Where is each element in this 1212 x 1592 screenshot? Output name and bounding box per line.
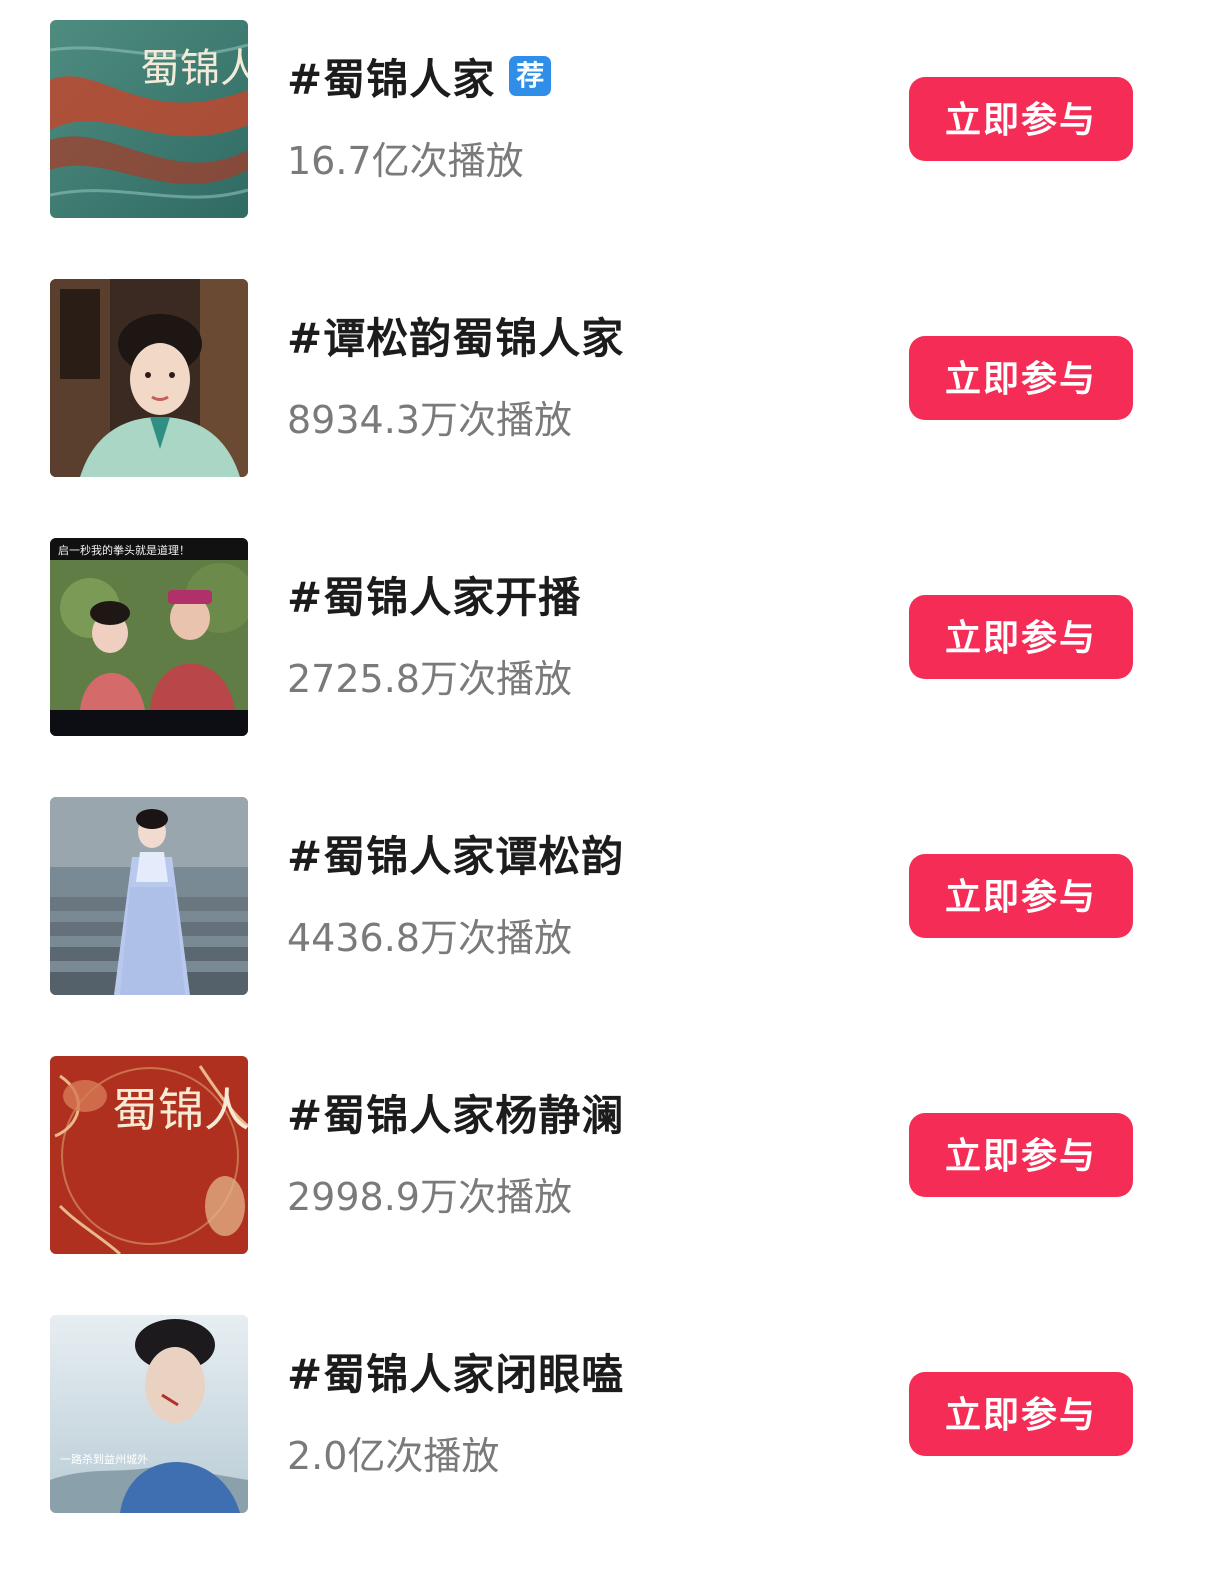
recommended-badge: 荐 [509,56,552,96]
thumb-title-text: 蜀锦人家 [140,46,248,92]
play-count: 8934.3万次播放 [287,398,572,442]
play-count: 4436.8万次播放 [287,916,572,960]
portrait-woman-icon [50,279,248,477]
topic-thumbnail[interactable] [50,279,248,477]
join-button[interactable]: 立即参与 [909,77,1133,161]
topic-thumbnail[interactable]: 启一秒我的拳头就是道理！ [50,538,248,736]
topic-title[interactable]: #蜀锦人家 [287,46,495,107]
woman-stairs-icon [50,797,248,995]
join-button[interactable]: 立即参与 [909,1113,1133,1197]
join-button[interactable]: 立即参与 [909,854,1133,938]
topic-row[interactable]: #蜀锦人家谭松韵 4436.8万次播放 立即参与 [0,797,1212,997]
topic-title[interactable]: #蜀锦人家闭眼嗑 [287,1341,624,1402]
poster-calligraphy-icon: 蜀锦人家 [50,20,248,218]
join-button[interactable]: 立即参与 [909,336,1133,420]
topic-title[interactable]: #蜀锦人家杨静澜 [287,1082,624,1143]
join-button[interactable]: 立即参与 [909,1372,1133,1456]
topic-thumbnail[interactable] [50,797,248,995]
video-still-icon: 启一秒我的拳头就是道理！ [50,538,248,736]
portrait-man-icon: 一路杀到益州城外 [50,1315,248,1513]
topic-row[interactable]: 一路杀到益州城外 #蜀锦人家闭眼嗑 2.0亿次播放 立即参与 [0,1315,1212,1515]
topic-row[interactable]: 启一秒我的拳头就是道理！ #蜀锦人家开播 2725.8万次播放 立即参与 [0,538,1212,738]
topic-thumbnail[interactable]: 蜀锦人家 [50,20,248,218]
topic-row[interactable]: #谭松韵蜀锦人家 8934.3万次播放 立即参与 [0,279,1212,479]
topic-title[interactable]: #蜀锦人家谭松韵 [287,823,624,884]
play-count: 2.0亿次播放 [287,1434,500,1478]
play-count: 16.7亿次播放 [287,139,524,183]
play-count: 2725.8万次播放 [287,657,572,701]
thumb-caption-text: 启一秒我的拳头就是道理！ [58,543,190,557]
topic-row[interactable]: 蜀锦人家 #蜀锦人家 荐 16.7亿次播放 立即参与 [0,20,1212,220]
topic-title[interactable]: #谭松韵蜀锦人家 [287,305,624,366]
topic-title[interactable]: #蜀锦人家开播 [287,564,581,625]
topic-thumbnail[interactable]: 一路杀到益州城外 [50,1315,248,1513]
thumb-caption-text: 一路杀到益州城外 [60,1452,148,1466]
thumb-title-text: 蜀锦人家 [112,1083,248,1137]
topic-list: 蜀锦人家 #蜀锦人家 荐 16.7亿次播放 立即参与 [0,0,1212,1592]
play-count: 2998.9万次播放 [287,1175,572,1219]
topic-row[interactable]: 蜀锦人家 #蜀锦人家杨静澜 2998.9万次播放 立即参与 [0,1056,1212,1256]
poster-floral-icon: 蜀锦人家 [50,1056,248,1254]
topic-thumbnail[interactable]: 蜀锦人家 [50,1056,248,1254]
join-button[interactable]: 立即参与 [909,595,1133,679]
